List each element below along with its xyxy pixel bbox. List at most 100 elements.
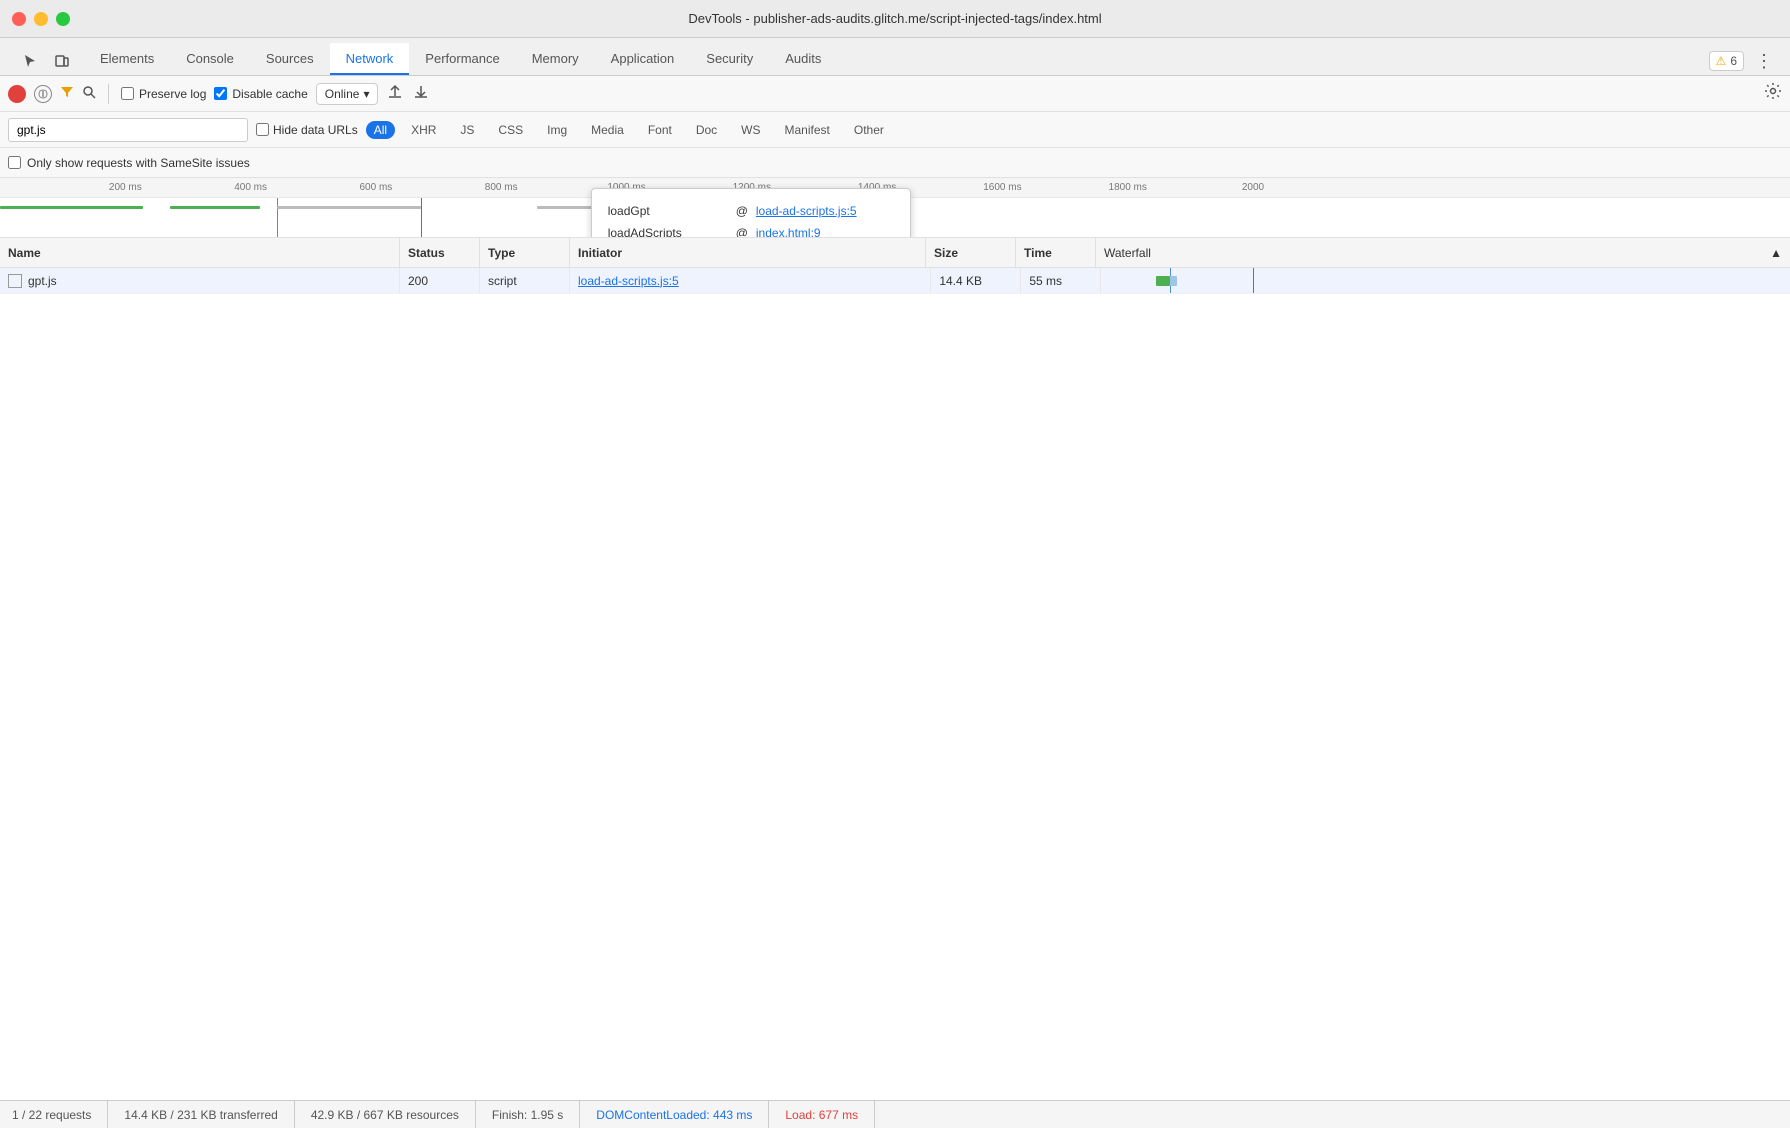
chevron-down-icon: ▾ — [363, 87, 369, 101]
disable-cache-checkbox[interactable] — [214, 87, 227, 100]
tick-200: 200 ms — [109, 182, 142, 193]
upload-icon[interactable] — [386, 82, 404, 105]
timeline-area: 200 ms 400 ms 600 ms 800 ms 1000 ms 1200… — [0, 178, 1790, 238]
tooltip-row-1: loadGpt @ load-ad-scripts.js:5 — [608, 201, 894, 223]
tooltip-link-1[interactable]: load-ad-scripts.js:5 — [756, 201, 857, 223]
table-body: gpt.js 200 script load-ad-scripts.js:5 1… — [0, 268, 1790, 1100]
tab-elements[interactable]: Elements — [84, 43, 170, 75]
tooltip-link-2[interactable]: index.html:9 — [756, 223, 821, 238]
record-button[interactable] — [8, 85, 26, 103]
th-name[interactable]: Name — [0, 238, 400, 267]
preserve-log-checkbox[interactable] — [121, 87, 134, 100]
load-line — [421, 198, 422, 238]
sort-asc-icon: ▲ — [1770, 246, 1782, 260]
file-icon — [8, 274, 22, 288]
dom-content-line — [277, 198, 278, 238]
initiator-link[interactable]: load-ad-scripts.js:5 — [578, 274, 679, 288]
filter-doc-button[interactable]: Doc — [688, 121, 725, 139]
tab-audits[interactable]: Audits — [769, 43, 837, 75]
close-button[interactable] — [12, 12, 26, 26]
maximize-button[interactable] — [56, 12, 70, 26]
hide-data-urls-checkbox[interactable] — [256, 123, 269, 136]
tick-1600: 1600 ms — [983, 182, 1021, 193]
filter-js-button[interactable]: JS — [452, 121, 482, 139]
table-header: Name Status Type Initiator Size Time Wat… — [0, 238, 1790, 268]
samesite-checkbox[interactable] — [8, 156, 21, 169]
status-resources: 42.9 KB / 667 KB resources — [295, 1101, 476, 1128]
tab-memory[interactable]: Memory — [516, 43, 595, 75]
td-status: 200 — [400, 268, 480, 293]
timeline-bar-green1 — [0, 206, 143, 209]
status-load: Load: 677 ms — [769, 1101, 875, 1128]
td-name: gpt.js — [0, 268, 400, 293]
warning-badge[interactable]: ⚠ 6 — [1709, 51, 1744, 71]
wf-bar-green — [1156, 276, 1170, 286]
tooltip-row-2: loadAdScripts @ index.html:9 — [608, 223, 894, 238]
settings-icon[interactable] — [1764, 82, 1782, 105]
tooltip-at-1: @ — [736, 201, 748, 223]
filter-icon[interactable] — [60, 85, 74, 102]
initiator-tooltip: loadGpt @ load-ad-scripts.js:5 loadAdScr… — [591, 188, 911, 238]
throttle-dropdown[interactable]: Online ▾ — [316, 83, 379, 105]
th-waterfall[interactable]: Waterfall ▲ — [1096, 246, 1790, 260]
minimize-button[interactable] — [34, 12, 48, 26]
status-bar: 1 / 22 requests 14.4 KB / 231 KB transfe… — [0, 1100, 1790, 1128]
cursor-icon[interactable] — [16, 47, 44, 75]
filter-css-button[interactable]: CSS — [490, 121, 531, 139]
stop-button[interactable] — [34, 85, 52, 103]
filter-img-button[interactable]: Img — [539, 121, 575, 139]
tooltip-fn-2: loadAdScripts — [608, 223, 728, 238]
filter-media-button[interactable]: Media — [583, 121, 632, 139]
tick-600: 600 ms — [359, 182, 392, 193]
th-initiator[interactable]: Initiator — [570, 238, 926, 267]
tab-network[interactable]: Network — [330, 43, 410, 75]
wf-bar-blue — [1170, 276, 1177, 286]
td-type: script — [480, 268, 570, 293]
filter-font-button[interactable]: Font — [640, 121, 680, 139]
tick-400: 400 ms — [234, 182, 267, 193]
td-waterfall — [1101, 268, 1790, 293]
download-icon[interactable] — [412, 82, 430, 105]
filter-other-button[interactable]: Other — [846, 121, 892, 139]
tooltip-at-2: @ — [736, 223, 748, 238]
filter-xhr-button[interactable]: XHR — [403, 121, 444, 139]
tab-console[interactable]: Console — [170, 43, 250, 75]
search-input[interactable] — [8, 118, 248, 142]
filter-manifest-button[interactable]: Manifest — [777, 121, 838, 139]
th-status[interactable]: Status — [400, 238, 480, 267]
tick-1800: 1800 ms — [1109, 182, 1147, 193]
timeline-bar-gray1 — [277, 206, 420, 209]
td-initiator: load-ad-scripts.js:5 — [570, 268, 931, 293]
preserve-log-label[interactable]: Preserve log — [121, 87, 206, 101]
window-title: DevTools - publisher-ads-audits.glitch.m… — [688, 11, 1101, 26]
tooltip-fn-1: loadGpt — [608, 201, 728, 223]
divider — [108, 84, 109, 104]
disable-cache-label[interactable]: Disable cache — [214, 87, 307, 101]
status-requests: 1 / 22 requests — [12, 1101, 108, 1128]
tab-application[interactable]: Application — [595, 43, 691, 75]
hide-data-urls-label[interactable]: Hide data URLs — [256, 123, 358, 137]
network-toolbar: Preserve log Disable cache Online ▾ — [0, 76, 1790, 112]
tab-security[interactable]: Security — [690, 43, 769, 75]
tick-800: 800 ms — [485, 182, 518, 193]
wf-load-line — [1253, 268, 1254, 293]
samesite-bar: Only show requests with SameSite issues — [0, 148, 1790, 178]
status-transferred: 14.4 KB / 231 KB transferred — [108, 1101, 294, 1128]
toolbar-right: ⚠ 6 ⋮ — [1709, 47, 1790, 75]
more-options-icon[interactable]: ⋮ — [1750, 47, 1778, 75]
window-controls — [12, 12, 70, 26]
th-type[interactable]: Type — [480, 238, 570, 267]
warning-count: 6 — [1730, 54, 1737, 68]
filter-ws-button[interactable]: WS — [733, 121, 768, 139]
search-icon[interactable] — [82, 85, 96, 102]
tick-2000: 2000 — [1242, 182, 1264, 193]
tab-sources[interactable]: Sources — [250, 43, 330, 75]
tab-performance[interactable]: Performance — [409, 43, 515, 75]
timeline-bars: loadGpt @ load-ad-scripts.js:5 loadAdScr… — [0, 198, 1790, 238]
filter-bar: Hide data URLs All XHR JS CSS Img Media … — [0, 112, 1790, 148]
filter-all-button[interactable]: All — [366, 121, 395, 139]
device-toolbar-icon[interactable] — [48, 47, 76, 75]
table-row[interactable]: gpt.js 200 script load-ad-scripts.js:5 1… — [0, 268, 1790, 294]
th-time[interactable]: Time — [1016, 238, 1096, 267]
th-size[interactable]: Size — [926, 238, 1016, 267]
